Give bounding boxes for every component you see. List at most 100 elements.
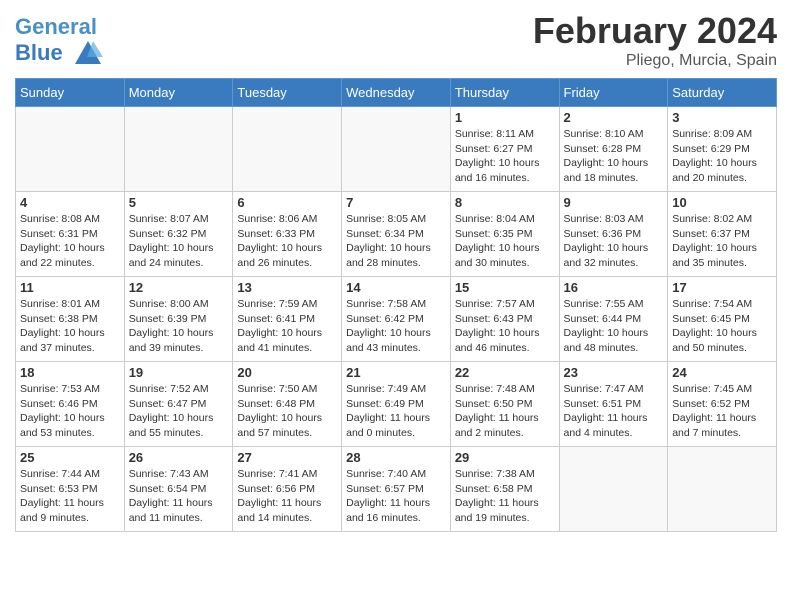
calendar-cell: 22 Sunrise: 7:48 AMSunset: 6:50 PMDayligh…: [450, 362, 559, 447]
day-number: 23: [564, 365, 664, 380]
day-info: Sunrise: 8:05 AMSunset: 6:34 PMDaylight:…: [346, 212, 446, 271]
day-number: 7: [346, 195, 446, 210]
weekday-header-saturday: Saturday: [668, 79, 777, 107]
day-number: 9: [564, 195, 664, 210]
weekday-header-row: SundayMondayTuesdayWednesdayThursdayFrid…: [16, 79, 777, 107]
day-number: 14: [346, 280, 446, 295]
calendar-cell: 17 Sunrise: 7:54 AMSunset: 6:45 PMDayligh…: [668, 277, 777, 362]
day-info: Sunrise: 7:40 AMSunset: 6:57 PMDaylight:…: [346, 467, 446, 526]
page-header: General Blue February 2024 Pliego, Murci…: [15, 10, 777, 70]
day-number: 2: [564, 110, 664, 125]
day-number: 8: [455, 195, 555, 210]
day-info: Sunrise: 8:07 AMSunset: 6:32 PMDaylight:…: [129, 212, 229, 271]
day-info: Sunrise: 8:04 AMSunset: 6:35 PMDaylight:…: [455, 212, 555, 271]
calendar-table: SundayMondayTuesdayWednesdayThursdayFrid…: [15, 78, 777, 532]
location: Pliego, Murcia, Spain: [533, 52, 777, 70]
day-number: 28: [346, 450, 446, 465]
day-number: 26: [129, 450, 229, 465]
day-info: Sunrise: 7:49 AMSunset: 6:49 PMDaylight:…: [346, 382, 446, 441]
day-info: Sunrise: 7:53 AMSunset: 6:46 PMDaylight:…: [20, 382, 120, 441]
day-number: 27: [237, 450, 337, 465]
week-row-0: 1 Sunrise: 8:11 AMSunset: 6:27 PMDaylight…: [16, 107, 777, 192]
weekday-header-wednesday: Wednesday: [342, 79, 451, 107]
calendar-cell: 15Sunrise: 7:57 AMSunset: 6:43 PMDayligh…: [450, 277, 559, 362]
logo-text: General: [15, 15, 103, 39]
day-info: Sunrise: 8:01 AMSunset: 6:38 PMDaylight:…: [20, 297, 120, 356]
calendar-cell: 5 Sunrise: 8:07 AMSunset: 6:32 PMDaylight…: [124, 192, 233, 277]
calendar-cell: 21Sunrise: 7:49 AMSunset: 6:49 PMDayligh…: [342, 362, 451, 447]
day-number: 11: [20, 280, 120, 295]
day-info: Sunrise: 7:47 AMSunset: 6:51 PMDaylight:…: [564, 382, 664, 441]
day-number: 29: [455, 450, 555, 465]
day-number: 25: [20, 450, 120, 465]
calendar-cell: 13 Sunrise: 7:59 AMSunset: 6:41 PMDayligh…: [233, 277, 342, 362]
day-number: 10: [672, 195, 772, 210]
day-number: 3: [672, 110, 772, 125]
day-info: Sunrise: 7:54 AMSunset: 6:45 PMDaylight:…: [672, 297, 772, 356]
week-row-2: 11 Sunrise: 8:01 AMSunset: 6:38 PMDayligh…: [16, 277, 777, 362]
day-number: 1: [455, 110, 555, 125]
calendar-cell: [559, 447, 668, 532]
day-number: 15: [455, 280, 555, 295]
day-number: 6: [237, 195, 337, 210]
day-info: Sunrise: 8:03 AMSunset: 6:36 PMDaylight:…: [564, 212, 664, 271]
calendar-cell: 7 Sunrise: 8:05 AMSunset: 6:34 PMDaylight…: [342, 192, 451, 277]
weekday-header-thursday: Thursday: [450, 79, 559, 107]
calendar-cell: 2 Sunrise: 8:10 AMSunset: 6:28 PMDaylight…: [559, 107, 668, 192]
calendar-cell: [342, 107, 451, 192]
calendar-cell: 8 Sunrise: 8:04 AMSunset: 6:35 PMDaylight…: [450, 192, 559, 277]
calendar-cell: 23 Sunrise: 7:47 AMSunset: 6:51 PMDayligh…: [559, 362, 668, 447]
day-info: Sunrise: 7:41 AMSunset: 6:56 PMDaylight:…: [237, 467, 337, 526]
month-title: February 2024: [533, 10, 777, 52]
day-info: Sunrise: 8:08 AMSunset: 6:31 PMDaylight:…: [20, 212, 120, 271]
calendar-cell: [16, 107, 125, 192]
day-info: Sunrise: 7:38 AMSunset: 6:58 PMDaylight:…: [455, 467, 555, 526]
day-number: 12: [129, 280, 229, 295]
weekday-header-friday: Friday: [559, 79, 668, 107]
day-info: Sunrise: 8:06 AMSunset: 6:33 PMDaylight:…: [237, 212, 337, 271]
day-info: Sunrise: 7:50 AMSunset: 6:48 PMDaylight:…: [237, 382, 337, 441]
logo-text-blue: Blue: [15, 39, 103, 69]
day-info: Sunrise: 7:48 AMSunset: 6:50 PMDaylight:…: [455, 382, 555, 441]
weekday-header-monday: Monday: [124, 79, 233, 107]
day-number: 18: [20, 365, 120, 380]
calendar-cell: 4 Sunrise: 8:08 AMSunset: 6:31 PMDaylight…: [16, 192, 125, 277]
day-info: Sunrise: 8:10 AMSunset: 6:28 PMDaylight:…: [564, 127, 664, 186]
weekday-header-tuesday: Tuesday: [233, 79, 342, 107]
day-info: Sunrise: 7:55 AMSunset: 6:44 PMDaylight:…: [564, 297, 664, 356]
calendar-cell: 9 Sunrise: 8:03 AMSunset: 6:36 PMDaylight…: [559, 192, 668, 277]
calendar-cell: 19Sunrise: 7:52 AMSunset: 6:47 PMDayligh…: [124, 362, 233, 447]
calendar-cell: 24Sunrise: 7:45 AMSunset: 6:52 PMDayligh…: [668, 362, 777, 447]
weekday-header-sunday: Sunday: [16, 79, 125, 107]
day-number: 13: [237, 280, 337, 295]
calendar-cell: 12 Sunrise: 8:00 AMSunset: 6:39 PMDayligh…: [124, 277, 233, 362]
calendar-cell: 1 Sunrise: 8:11 AMSunset: 6:27 PMDaylight…: [450, 107, 559, 192]
day-number: 4: [20, 195, 120, 210]
day-number: 17: [672, 280, 772, 295]
calendar-cell: [124, 107, 233, 192]
calendar-cell: 10 Sunrise: 8:02 AMSunset: 6:37 PMDayligh…: [668, 192, 777, 277]
day-number: 22: [455, 365, 555, 380]
logo: General Blue: [15, 15, 103, 69]
day-info: Sunrise: 8:11 AMSunset: 6:27 PMDaylight:…: [455, 127, 555, 186]
day-info: Sunrise: 7:43 AMSunset: 6:54 PMDaylight:…: [129, 467, 229, 526]
day-info: Sunrise: 7:58 AMSunset: 6:42 PMDaylight:…: [346, 297, 446, 356]
day-number: 16: [564, 280, 664, 295]
calendar-cell: 25Sunrise: 7:44 AMSunset: 6:53 PMDayligh…: [16, 447, 125, 532]
week-row-1: 4 Sunrise: 8:08 AMSunset: 6:31 PMDaylight…: [16, 192, 777, 277]
day-info: Sunrise: 8:00 AMSunset: 6:39 PMDaylight:…: [129, 297, 229, 356]
week-row-4: 25Sunrise: 7:44 AMSunset: 6:53 PMDayligh…: [16, 447, 777, 532]
day-info: Sunrise: 7:59 AMSunset: 6:41 PMDaylight:…: [237, 297, 337, 356]
day-info: Sunrise: 7:52 AMSunset: 6:47 PMDaylight:…: [129, 382, 229, 441]
calendar-cell: 16 Sunrise: 7:55 AMSunset: 6:44 PMDayligh…: [559, 277, 668, 362]
day-number: 5: [129, 195, 229, 210]
calendar-cell: 18 Sunrise: 7:53 AMSunset: 6:46 PMDayligh…: [16, 362, 125, 447]
calendar-cell: 29 Sunrise: 7:38 AMSunset: 6:58 PMDayligh…: [450, 447, 559, 532]
day-number: 20: [237, 365, 337, 380]
calendar-cell: 11 Sunrise: 8:01 AMSunset: 6:38 PMDayligh…: [16, 277, 125, 362]
day-info: Sunrise: 8:02 AMSunset: 6:37 PMDaylight:…: [672, 212, 772, 271]
calendar-cell: 20 Sunrise: 7:50 AMSunset: 6:48 PMDayligh…: [233, 362, 342, 447]
calendar-cell: 6 Sunrise: 8:06 AMSunset: 6:33 PMDaylight…: [233, 192, 342, 277]
day-info: Sunrise: 7:45 AMSunset: 6:52 PMDaylight:…: [672, 382, 772, 441]
calendar-cell: [233, 107, 342, 192]
